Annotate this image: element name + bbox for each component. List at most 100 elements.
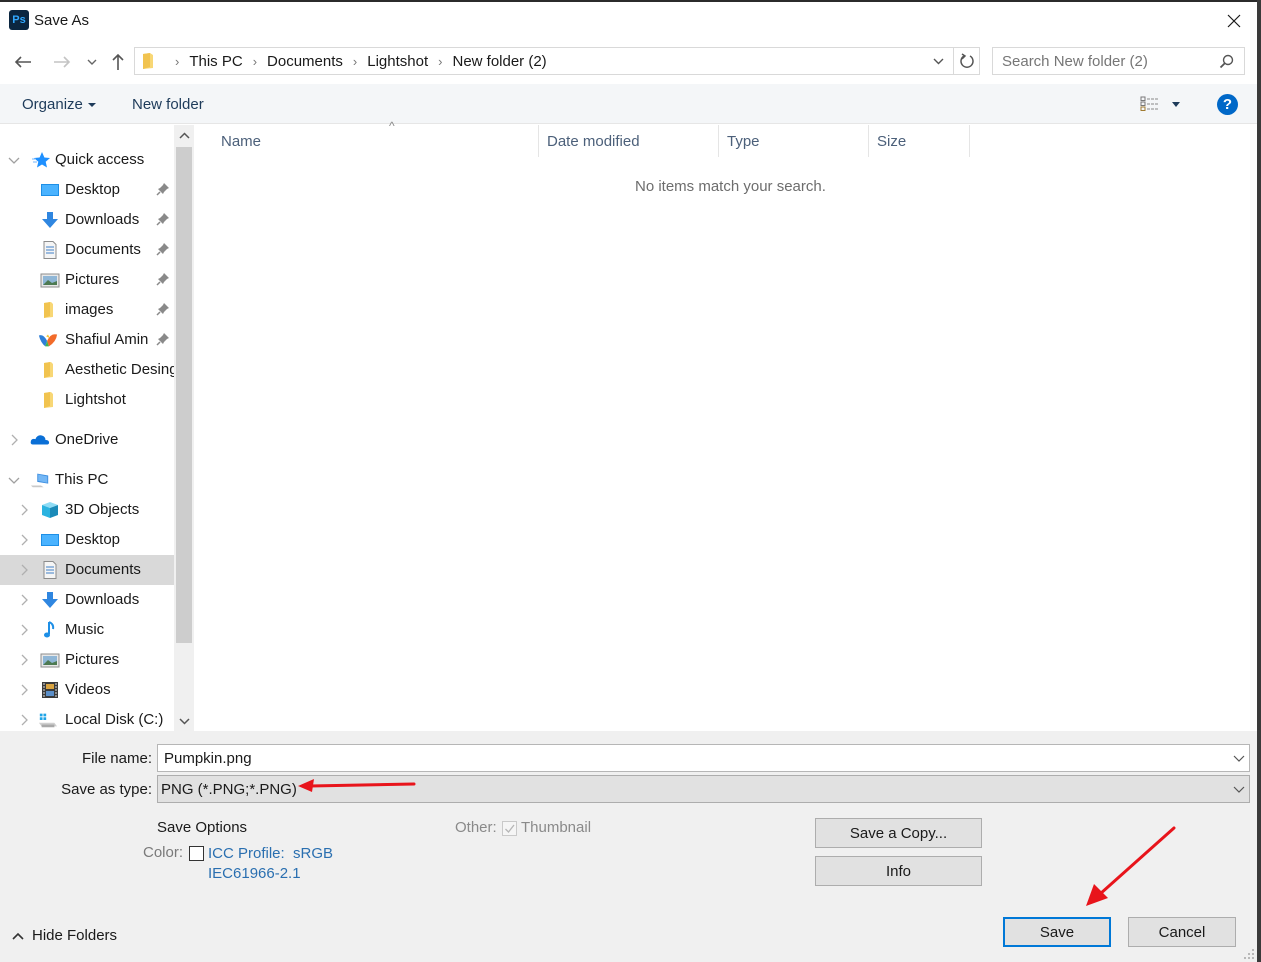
breadcrumb-this-pc[interactable]: This PC [189, 53, 242, 70]
this-pc-item-documents[interactable]: Documents [0, 555, 174, 585]
this-pc-item-3d-objects[interactable]: 3D Objects [0, 495, 174, 525]
photoshop-app-icon: Ps [9, 10, 29, 30]
tree-item-quick-access[interactable]: Quick access [0, 145, 174, 175]
refresh-button[interactable] [953, 48, 979, 74]
pin-icon [156, 273, 169, 286]
tree-item-onedrive[interactable]: OneDrive [0, 425, 174, 455]
quick-access-item-desktop[interactable]: Desktop [0, 175, 174, 205]
chevron-up-icon [178, 131, 190, 139]
navigation-pane-scrollbar[interactable] [174, 125, 194, 731]
info-button[interactable]: Info [815, 856, 982, 886]
quick-access-item-shafiul-amin[interactable]: Shafiul Amin [0, 325, 174, 355]
save-button[interactable]: Save [1003, 917, 1111, 947]
close-button[interactable] [1219, 6, 1249, 36]
thumbnail-checkbox[interactable] [502, 821, 517, 836]
this-pc-item-pictures[interactable]: Pictures [0, 645, 174, 675]
chevron-right-icon [21, 714, 28, 726]
quick-access-item-pictures[interactable]: Pictures [0, 265, 174, 295]
videos-icon [42, 682, 58, 698]
scroll-down-button[interactable] [174, 711, 194, 731]
scrollbar-thumb[interactable] [176, 147, 192, 643]
help-button[interactable]: ? [1217, 94, 1238, 115]
quick-access-item-documents[interactable]: Documents [0, 235, 174, 265]
tree-item-this-pc[interactable]: This PC [0, 465, 174, 495]
chevron-down-icon[interactable] [1233, 751, 1245, 765]
documents-icon [43, 561, 57, 579]
icc-profile-line-2: IEC61966-2.1 [208, 865, 301, 882]
desktop-icon [41, 534, 59, 546]
chevron-down-icon[interactable] [1233, 782, 1245, 796]
save-as-type-select[interactable]: PNG (*.PNG;*.PNG) [157, 775, 1250, 803]
breadcrumb-new-folder-2[interactable]: New folder (2) [452, 53, 546, 70]
breadcrumb-separator: › [252, 53, 258, 69]
other-label: Other: [455, 819, 497, 836]
refresh-icon [959, 53, 974, 68]
this-pc-item-local-disk-c[interactable]: Local Disk (C:) [0, 705, 174, 731]
organize-button[interactable]: Organize [22, 96, 96, 113]
recent-locations-button[interactable] [80, 50, 104, 74]
documents-icon [43, 241, 57, 259]
address-history-dropdown[interactable] [927, 48, 949, 74]
tree-label: Aesthetic Desing [65, 361, 178, 378]
chevron-right-icon [21, 684, 28, 696]
pin-icon [156, 243, 169, 256]
file-list: Name ^ Date modified Type Size No items … [196, 119, 1257, 731]
resize-grip-icon[interactable] [1243, 948, 1255, 960]
tree-label: Shafiul Amin [65, 331, 149, 348]
organize-label: Organize [22, 96, 83, 113]
tree-label: OneDrive [55, 431, 119, 448]
this-pc-item-downloads[interactable]: Downloads [0, 585, 174, 615]
checkmark-icon [505, 824, 515, 833]
new-folder-button[interactable]: New folder [132, 96, 204, 113]
icc-profile-label[interactable]: ICC Profile: sRGB IEC61966-2.1 [208, 844, 333, 884]
tree-label: Documents [65, 561, 141, 578]
quick-access-item-lightshot[interactable]: Lightshot [0, 385, 174, 415]
address-bar[interactable]: › This PC › Documents › Lightshot › New … [134, 47, 980, 75]
column-header-type[interactable]: Type [719, 125, 869, 157]
breadcrumb-lightshot[interactable]: Lightshot [367, 53, 428, 70]
column-header-date-modified[interactable]: Date modified [539, 125, 719, 157]
this-pc-item-desktop[interactable]: Desktop [0, 525, 174, 555]
icc-profile-checkbox[interactable] [189, 846, 204, 861]
cancel-button[interactable]: Cancel [1128, 917, 1236, 947]
local-disk-icon [38, 713, 58, 728]
forward-button[interactable] [50, 50, 74, 74]
navigation-pane: Quick access Desktop Downloads Documents… [0, 125, 196, 731]
back-button[interactable] [11, 50, 35, 74]
this-pc-item-music[interactable]: Music [0, 615, 174, 645]
pictures-icon [40, 653, 60, 668]
save-options-heading: Save Options [157, 819, 248, 836]
details-view-icon [1140, 96, 1159, 111]
pictures-icon [40, 273, 60, 288]
quick-access-item-images[interactable]: images [0, 295, 174, 325]
navigation-bar: › This PC › Documents › Lightshot › New … [0, 40, 1257, 84]
change-view-button[interactable] [1140, 96, 1160, 116]
3d-objects-icon [42, 502, 58, 518]
tree-label: Downloads [65, 591, 140, 608]
breadcrumb-documents[interactable]: Documents [267, 53, 343, 70]
pin-icon [156, 183, 169, 196]
tree-label: Pictures [65, 271, 120, 288]
folder-icon [44, 362, 53, 378]
quick-access-item-aesthetic-desing[interactable]: Aesthetic Desing [0, 355, 178, 385]
save-as-type-label: Save as type: [61, 781, 152, 798]
tree-label: Music [65, 621, 105, 638]
pin-icon [156, 333, 169, 346]
this-pc-item-videos[interactable]: Videos [0, 675, 174, 705]
desktop-icon [41, 184, 59, 196]
save-options-panel: File name: Pumpkin.png Save as type: PNG… [0, 731, 1257, 962]
hide-folders-button[interactable]: Hide Folders [12, 927, 117, 944]
file-name-input[interactable]: Pumpkin.png [157, 744, 1250, 772]
column-header-name[interactable]: Name ^ [213, 119, 539, 157]
chevron-up-icon [12, 932, 24, 940]
chevron-right-icon [21, 624, 28, 636]
view-options-dropdown[interactable] [1172, 102, 1180, 107]
up-button[interactable] [106, 50, 130, 74]
save-a-copy-button[interactable]: Save a Copy... [815, 818, 982, 848]
search-input[interactable]: Search New folder (2) [992, 47, 1245, 75]
scroll-up-button[interactable] [174, 125, 194, 145]
column-header-size[interactable]: Size [869, 125, 970, 157]
tree-label: Desktop [65, 531, 121, 548]
quick-access-item-downloads[interactable]: Downloads [0, 205, 174, 235]
arrow-up-icon [112, 53, 124, 70]
